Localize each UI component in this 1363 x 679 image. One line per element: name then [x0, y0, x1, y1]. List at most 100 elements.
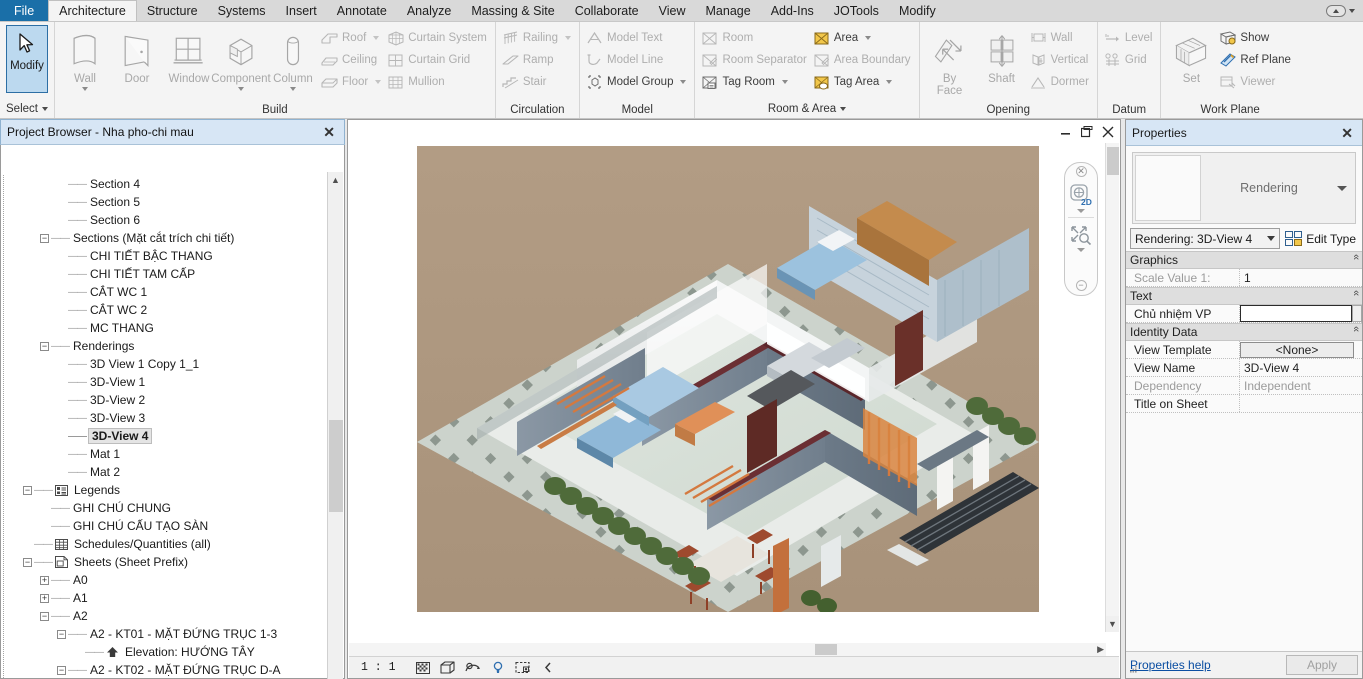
tree-item[interactable]: ——Mat 2	[2, 463, 329, 481]
ribbon-tab-manage[interactable]: Manage	[696, 0, 761, 21]
property-value[interactable]	[1240, 305, 1362, 322]
expand-expander-icon[interactable]: +	[40, 576, 49, 585]
close-navbar-icon[interactable]: ✕	[1076, 166, 1087, 177]
window-button[interactable]: Window	[163, 25, 215, 102]
ribbon-tab-jotools[interactable]: JOTools	[824, 0, 889, 21]
tree-item[interactable]: ——Schedules/Quantities (all)	[2, 535, 329, 553]
curtain-grid-button[interactable]: Curtain Grid	[385, 49, 491, 71]
collapse-expander-icon[interactable]: −	[57, 666, 66, 675]
property-value[interactable]: 1	[1240, 269, 1362, 286]
tree-item[interactable]: ——Elevation: HƯỚNG TÂY	[2, 643, 329, 661]
collapse-expander-icon[interactable]: −	[23, 558, 32, 567]
restore-icon[interactable]	[1080, 125, 1093, 138]
property-text-input[interactable]	[1240, 305, 1352, 322]
crop-region-icon[interactable]	[515, 661, 531, 675]
modify-button[interactable]: Modify	[6, 25, 48, 93]
ribbon-minimize-control[interactable]	[1318, 0, 1363, 21]
property-group-header[interactable]: Text«	[1126, 287, 1362, 305]
chevron-down-icon[interactable]	[373, 36, 379, 40]
ribbon-tab-file[interactable]: File	[0, 0, 48, 21]
dormer-button[interactable]: Dormer	[1028, 71, 1093, 93]
collapse-expander-icon[interactable]: −	[40, 234, 49, 243]
tree-item[interactable]: ——Mat 1	[2, 445, 329, 463]
ribbon-tab-structure[interactable]: Structure	[137, 0, 208, 21]
tree-item[interactable]: ——3D-View 2	[2, 391, 329, 409]
property-group-header[interactable]: Identity Data«	[1126, 323, 1362, 341]
chevron-down-icon[interactable]	[865, 36, 871, 40]
tree-item[interactable]: ——3D-View 3	[2, 409, 329, 427]
property-group-header[interactable]: Graphics«	[1126, 251, 1362, 269]
ribbon-tab-view[interactable]: View	[649, 0, 696, 21]
ribbon-tab-massing-site[interactable]: Massing & Site	[461, 0, 564, 21]
floor-button[interactable]: Floor	[319, 71, 385, 93]
tree-item[interactable]: ——CHI TIẾT BẬC THANG	[2, 247, 329, 265]
chevron-down-icon[interactable]	[840, 107, 846, 111]
chevron-down-icon[interactable]	[680, 80, 686, 84]
scroll-up-arrow-icon[interactable]: ▲	[328, 172, 343, 188]
mullion-button[interactable]: Mullion	[385, 71, 491, 93]
shadows-icon[interactable]	[490, 661, 506, 675]
area-boundary-button[interactable]: Area Boundary	[811, 49, 915, 71]
type-preview-area[interactable]: Rendering	[1132, 152, 1356, 224]
show-button[interactable]: Show	[1217, 27, 1295, 49]
area-button[interactable]: Area	[811, 27, 915, 49]
tree-item[interactable]: ——Section 5	[2, 193, 329, 211]
tree-item[interactable]: ——Section 6	[2, 211, 329, 229]
tag-room-button[interactable]: Tag Room	[699, 71, 810, 93]
ribbon-tab-analyze[interactable]: Analyze	[397, 0, 461, 21]
chevron-down-icon[interactable]	[238, 87, 244, 91]
room-separator-button[interactable]: Room Separator	[699, 49, 810, 71]
resize-grip-icon[interactable]	[1130, 666, 1138, 674]
ribbon-tab-modify[interactable]: Modify	[889, 0, 946, 21]
property-value[interactable]	[1240, 395, 1362, 412]
column-button[interactable]: Column	[267, 25, 319, 102]
drawing-viewport[interactable]: ✕ 2D	[347, 119, 1121, 679]
door-button[interactable]: Door	[111, 25, 163, 102]
minimize-icon[interactable]	[1059, 125, 1072, 138]
project-browser-scrollbar[interactable]: ▲ ▼	[327, 172, 343, 679]
close-icon[interactable]	[1101, 125, 1114, 138]
scroll-right-arrow-icon[interactable]: ▶	[1097, 643, 1104, 656]
tree-item[interactable]: −——Legends	[2, 481, 329, 499]
component-button[interactable]: Component	[215, 25, 267, 102]
ramp-button[interactable]: Ramp	[500, 49, 575, 71]
tag-area-button[interactable]: Tag Area	[811, 71, 915, 93]
chevron-up-icon[interactable]: «	[1350, 254, 1362, 266]
scroll-down-arrow-icon[interactable]: ▼	[1106, 616, 1119, 632]
shaft-button[interactable]: Shaft	[976, 25, 1028, 102]
model-display-box-icon[interactable]	[440, 661, 456, 675]
wall-button[interactable]: Wall	[1028, 27, 1093, 49]
property-value[interactable]: <None>	[1240, 341, 1362, 358]
visual-style-icon[interactable]	[415, 661, 431, 675]
chevron-up-icon[interactable]: «	[1350, 326, 1362, 338]
chevron-down-icon[interactable]	[565, 36, 571, 40]
tree-item[interactable]: ——3D-View 1	[2, 373, 329, 391]
chevron-down-icon[interactable]	[290, 87, 296, 91]
ribbon-tab-collaborate[interactable]: Collaborate	[565, 0, 649, 21]
by-face-button[interactable]: ByFace	[924, 25, 976, 102]
chevron-down-icon[interactable]	[1337, 186, 1347, 191]
chevron-down-icon[interactable]	[1267, 236, 1275, 241]
ribbon-tab-architecture[interactable]: Architecture	[48, 0, 137, 21]
tree-item[interactable]: −——Sheets (Sheet Prefix)	[2, 553, 329, 571]
tree-item[interactable]: ——CẮT WC 1	[2, 283, 329, 301]
model-line-button[interactable]: Model Line	[584, 49, 690, 71]
collapse-expander-icon[interactable]: −	[40, 342, 49, 351]
wall-button[interactable]: Wall	[59, 25, 111, 102]
viewport-horizontal-scrollbar[interactable]: ▶	[349, 643, 1106, 656]
model-group-button[interactable]: Model Group	[584, 71, 690, 93]
close-icon[interactable]: ✕	[320, 125, 338, 139]
roof-button[interactable]: Roof	[319, 27, 385, 49]
chevron-down-icon-2[interactable]	[1077, 248, 1085, 252]
ribbon-tab-annotate[interactable]: Annotate	[327, 0, 397, 21]
chevron-down-icon[interactable]	[82, 87, 88, 91]
level-button[interactable]: Level	[1102, 27, 1157, 49]
zoom-region-icon[interactable]	[1069, 224, 1093, 246]
room-area-panel-title[interactable]: Room & Area	[695, 102, 918, 118]
chevron-down-icon[interactable]	[1349, 9, 1355, 13]
tree-item[interactable]: −——A2 - KT02 - MẶT ĐỨNG TRỤC D-A	[2, 661, 329, 679]
minimize-navbar-icon[interactable]: −	[1076, 280, 1087, 291]
project-browser-tree[interactable]: ——Section 4——Section 5——Section 6−——Sect…	[2, 172, 329, 679]
sun-path-icon[interactable]	[465, 661, 481, 675]
chevron-down-icon[interactable]	[782, 80, 788, 84]
